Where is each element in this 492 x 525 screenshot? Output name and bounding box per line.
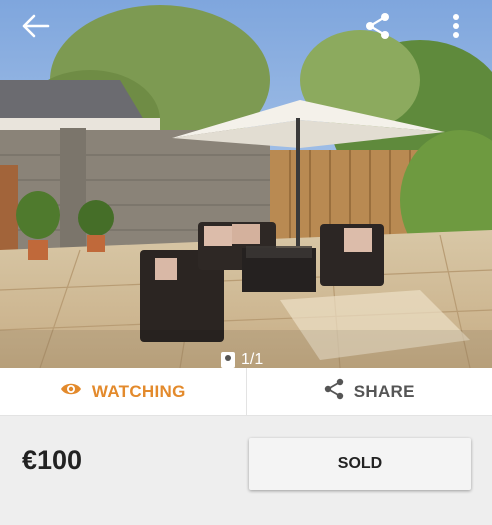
action-bar: WATCHING SHARE	[0, 368, 492, 416]
back-arrow-icon[interactable]	[20, 10, 52, 42]
photo-counter-text: 1/1	[241, 351, 264, 368]
listing-photo[interactable]: 1/1	[0, 0, 492, 368]
photo-counter: 1/1	[220, 350, 263, 368]
patio-photo-illustration	[0, 0, 492, 368]
share-label: SHARE	[353, 381, 415, 401]
watching-button[interactable]: WATCHING	[0, 368, 247, 415]
listing-price: €100	[22, 445, 83, 475]
more-options-icon[interactable]	[440, 10, 472, 42]
share-icon	[324, 378, 344, 405]
share-icon[interactable]	[362, 10, 394, 42]
sold-button[interactable]: SOLD	[249, 438, 471, 490]
image-icon	[220, 351, 236, 368]
watching-label: WATCHING	[91, 381, 186, 401]
share-button[interactable]: SHARE	[247, 368, 492, 415]
eye-icon	[60, 381, 82, 402]
